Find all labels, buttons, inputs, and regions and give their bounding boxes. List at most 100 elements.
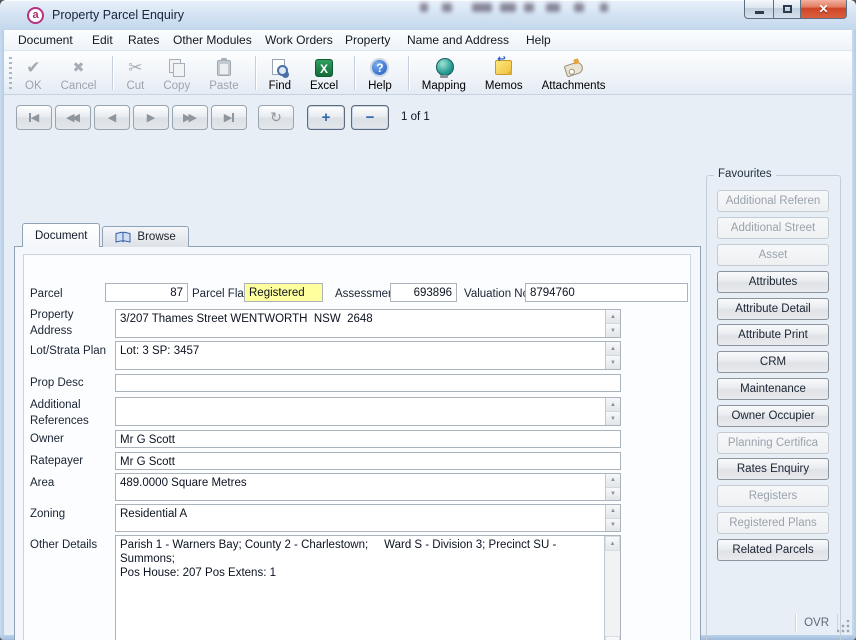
assessment-input[interactable]: 693896 (390, 283, 457, 302)
favourite-attributes-button[interactable]: Attributes (717, 271, 829, 293)
parcel-input[interactable]: 87 (105, 283, 188, 302)
menu-rates[interactable]: Rates (128, 33, 159, 47)
parcel-form-panel: Parcel 87 Parcel Flag Registered Assessm… (23, 254, 691, 640)
last-bar-icon (232, 113, 234, 122)
cut-button[interactable]: ✂ Cut (121, 53, 149, 93)
tab-document[interactable]: Document (22, 223, 100, 247)
favourite-additional-referen-button[interactable]: Additional Referen (717, 190, 829, 212)
menu-edit[interactable]: Edit (92, 33, 113, 47)
ok-button[interactable]: ✔ OK (20, 53, 47, 93)
menu-help[interactable]: Help (526, 33, 551, 47)
favourite-registers-button[interactable]: Registers (717, 485, 829, 507)
spin-up-icon[interactable]: ▲ (606, 342, 620, 356)
overwrite-mode-indicator: OVR (795, 614, 838, 632)
other-details-scrollbar[interactable]: ▲ ▼ (604, 536, 620, 640)
minimize-button[interactable] (744, 0, 773, 19)
scroll-down-icon[interactable]: ▼ (605, 636, 620, 640)
favourite-related-parcels-button[interactable]: Related Parcels (717, 539, 829, 561)
prop-desc-input[interactable] (115, 374, 621, 392)
spin-down-icon[interactable]: ▼ (606, 519, 620, 532)
nav-last-button[interactable]: ▶ (211, 105, 247, 130)
menu-property[interactable]: Property (345, 33, 390, 47)
ok-check-icon: ✔ (26, 58, 40, 78)
close-button[interactable]: ✕ (801, 0, 847, 19)
favourite-maintenance-button[interactable]: Maintenance (717, 378, 829, 400)
owner-input[interactable]: Mr G Scott (115, 430, 621, 448)
favourite-attribute-print-button[interactable]: Attribute Print (717, 324, 829, 346)
help-button[interactable]: ? Help (363, 53, 397, 93)
spin-up-icon[interactable]: ▲ (606, 398, 620, 412)
lot-strata-spinner: ▲ ▼ (605, 342, 620, 369)
other-details-field[interactable]: Parish 1 - Warners Bay; County 2 - Charl… (115, 535, 621, 640)
tab-strip: Document Browse (22, 223, 189, 247)
remove-record-button[interactable]: − (351, 105, 389, 130)
favourite-additional-street-button[interactable]: Additional Street (717, 217, 829, 239)
spin-down-icon[interactable]: ▼ (606, 412, 620, 425)
book-icon (115, 231, 131, 244)
excel-button[interactable]: X Excel (305, 53, 343, 93)
nav-first-button[interactable]: ◀ (16, 105, 52, 130)
spin-up-icon[interactable]: ▲ (606, 310, 620, 324)
copy-icon (169, 59, 184, 76)
field-label-lot-strata-plan: Lot/Strata Plan (30, 343, 114, 359)
last-arrow-icon: ▶ (224, 111, 232, 124)
tab-browse[interactable]: Browse (102, 226, 188, 247)
app-icon: a (27, 7, 44, 24)
toolbar-grip (9, 57, 12, 89)
nav-previous-button[interactable]: ◀ (94, 105, 130, 130)
favourite-planning-certifica-button[interactable]: Planning Certifica (717, 432, 829, 454)
mapping-button[interactable]: Mapping (417, 53, 471, 93)
menu-work-orders[interactable]: Work Orders (265, 33, 333, 47)
record-navigator: ◀ ◀◀ ◀ ▶ ▶▶ ▶ ↻ + − 1 of 1 (16, 104, 430, 130)
favourite-asset-button[interactable]: Asset (717, 244, 829, 266)
spin-down-icon[interactable]: ▼ (606, 324, 620, 337)
parcel-flag-input[interactable]: Registered (244, 283, 323, 302)
paste-button[interactable]: Paste (204, 53, 243, 93)
minimize-icon (755, 11, 764, 14)
area-spinner: ▲ ▼ (605, 474, 620, 500)
valuation-no-input[interactable]: 8794760 (525, 283, 688, 302)
nav-fast-forward-button[interactable]: ▶▶ (172, 105, 208, 130)
scroll-up-icon[interactable]: ▲ (605, 536, 620, 551)
zoning-field[interactable]: Residential A ▲ ▼ (115, 504, 621, 532)
add-record-button[interactable]: + (307, 105, 345, 130)
favourite-owner-occupier-button[interactable]: Owner Occupier (717, 405, 829, 427)
toolbar: ✔ OK ✖ Cancel ✂ Cut Copy Paste Find X Ex… (4, 51, 852, 95)
help-question-icon: ? (370, 58, 389, 77)
additional-references-field[interactable]: ▲ ▼ (115, 397, 621, 426)
clipboard-icon (217, 60, 231, 76)
property-address-field[interactable]: 3/207 Thames Street WENTWORTH NSW 2648 ▲… (115, 309, 621, 338)
area-field[interactable]: 489.0000 Square Metres ▲ ▼ (115, 473, 621, 501)
maximize-button[interactable] (773, 0, 801, 19)
ratepayer-input[interactable]: Mr G Scott (115, 452, 621, 470)
toolbar-separator (354, 56, 355, 90)
resize-grip[interactable] (837, 620, 850, 633)
refresh-button[interactable]: ↻ (258, 105, 294, 130)
menu-document[interactable]: Document (18, 33, 73, 47)
menu-name-and-address[interactable]: Name and Address (407, 33, 509, 47)
fast-rewind-icon: ◀◀ (66, 111, 77, 124)
spin-up-icon[interactable]: ▲ (606, 505, 620, 519)
copy-button[interactable]: Copy (158, 53, 195, 93)
lot-strata-plan-field[interactable]: Lot: 3 SP: 3457 ▲ ▼ (115, 341, 621, 370)
spin-up-icon[interactable]: ▲ (606, 474, 620, 488)
refresh-icon: ↻ (270, 109, 282, 126)
favourite-attribute-detail-button[interactable]: Attribute Detail (717, 298, 829, 320)
favourite-crm-button[interactable]: CRM (717, 351, 829, 373)
menu-other-modules[interactable]: Other Modules (173, 33, 252, 47)
spin-down-icon[interactable]: ▼ (606, 356, 620, 369)
favourite-rates-enquiry-button[interactable]: Rates Enquiry (717, 458, 829, 480)
memos-button[interactable]: Memos (480, 53, 528, 93)
cancel-button[interactable]: ✖ Cancel (56, 53, 102, 93)
spin-down-icon[interactable]: ▼ (606, 488, 620, 501)
nav-fast-rewind-button[interactable]: ◀◀ (55, 105, 91, 130)
favourite-registered-plans-button[interactable]: Registered Plans (717, 512, 829, 534)
window-title: Property Parcel Enquiry (52, 8, 184, 22)
find-button[interactable]: Find (264, 53, 296, 93)
field-label-owner: Owner (30, 431, 114, 447)
attachments-button[interactable]: Attachments (537, 53, 611, 93)
nav-next-button[interactable]: ▶ (133, 105, 169, 130)
minus-icon: − (366, 109, 375, 126)
field-label-prop-desc: Prop Desc (30, 375, 114, 391)
memo-note-icon (495, 60, 512, 75)
